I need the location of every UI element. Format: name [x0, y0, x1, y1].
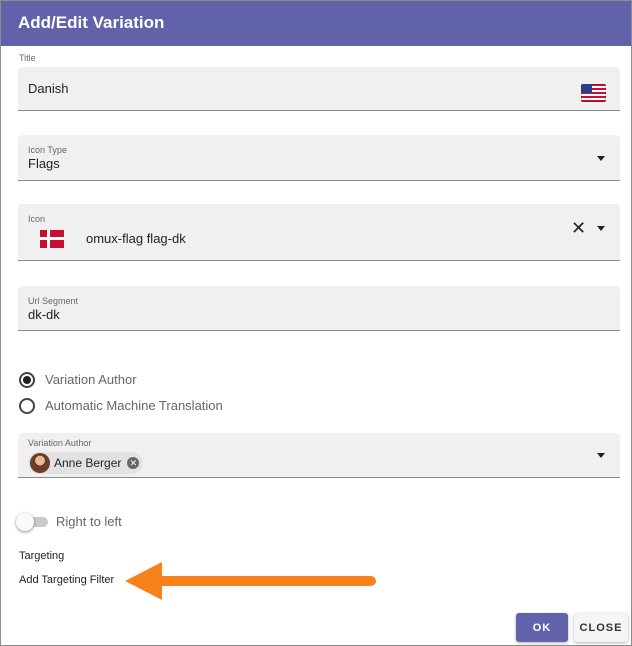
add-edit-variation-dialog: Add/Edit Variation Title Danish Icon Typ…: [0, 0, 632, 646]
close-button[interactable]: CLOSE: [574, 613, 628, 642]
ok-button[interactable]: OK: [516, 613, 568, 642]
annotation-arrow-icon: [125, 562, 376, 600]
